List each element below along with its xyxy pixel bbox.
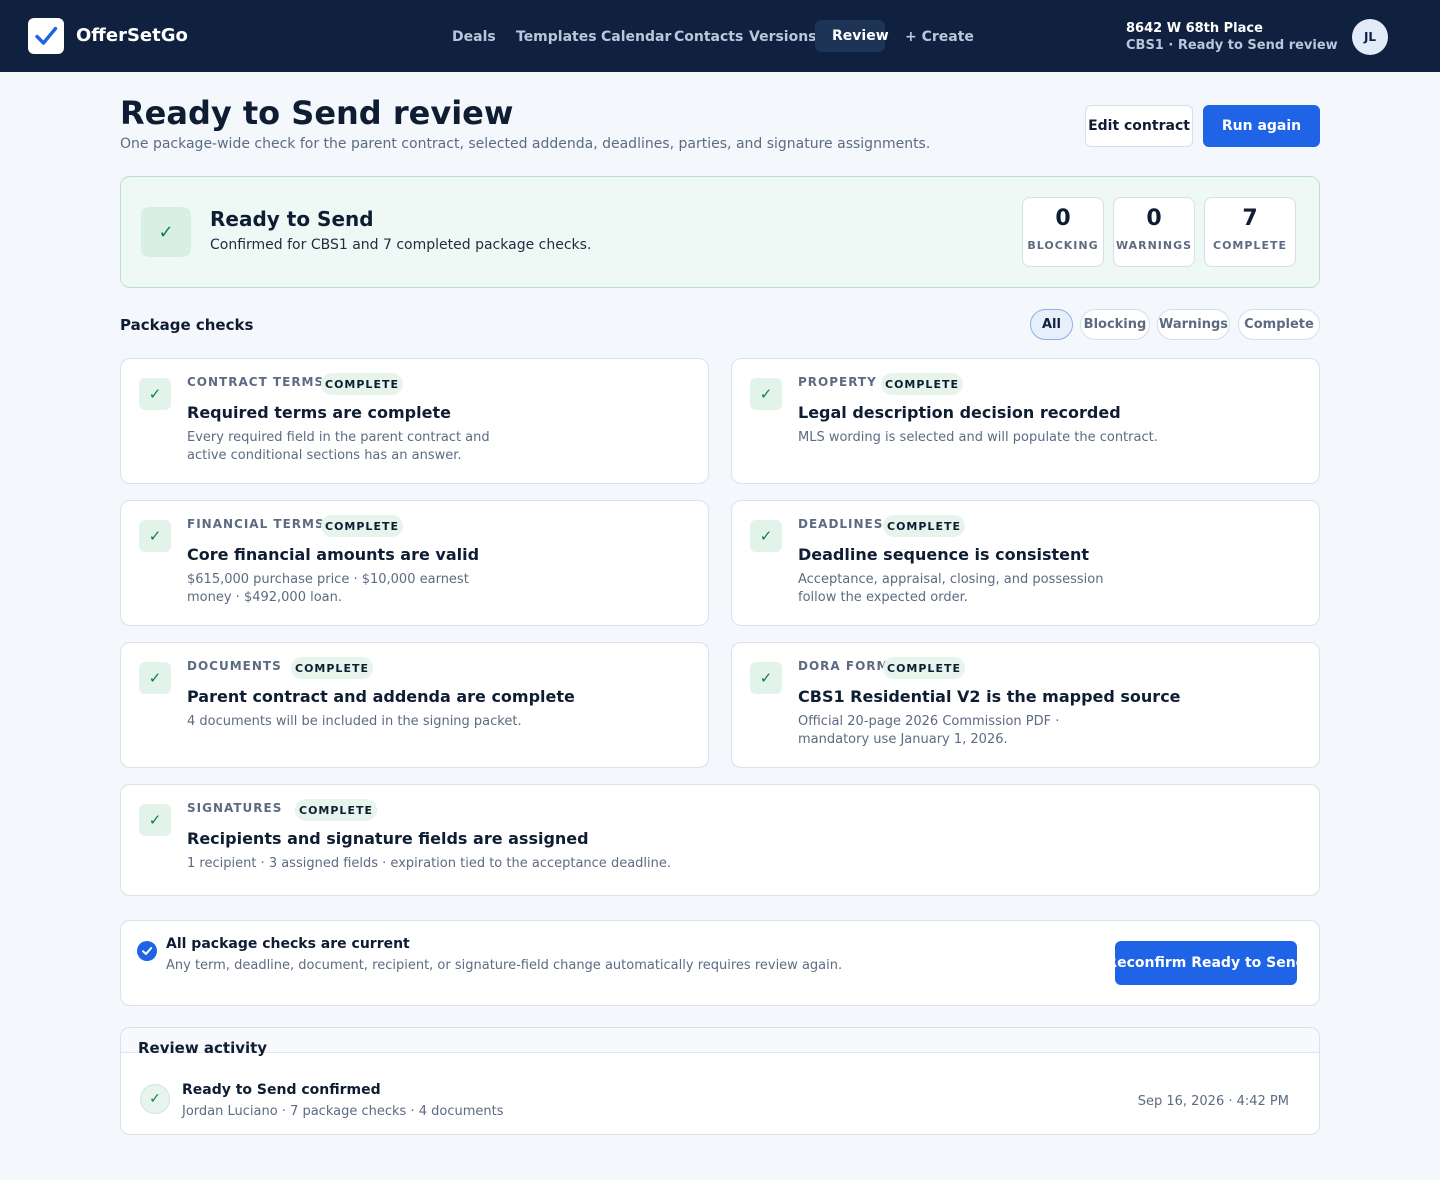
checks-current-card: All package checks are current Any term,… <box>120 920 1320 1006</box>
stat-value: 0 <box>1146 206 1162 231</box>
checkmark-icon: ✓ <box>139 520 171 552</box>
deal-subtitle: CBS1 · Ready to Send review <box>1126 38 1338 53</box>
checkmark-icon: ✓ <box>139 662 171 694</box>
complete-badge: COMPLETE <box>321 515 403 537</box>
top-nav-bar: OfferSetGo Deals Templates Calendar Cont… <box>0 0 1440 72</box>
check-description: Every required field in the parent contr… <box>187 430 490 463</box>
check-card-financial-terms[interactable]: ✓ FINANCIAL TERMS COMPLETE Core financia… <box>120 500 709 626</box>
check-description: Acceptance, appraisal, closing, and poss… <box>798 572 1104 605</box>
complete-badge: COMPLETE <box>881 373 963 395</box>
reconfirm-button[interactable]: Reconfirm Ready to Send <box>1115 941 1297 985</box>
check-category: DEADLINES <box>798 517 884 531</box>
check-description: 4 documents will be included in the sign… <box>187 714 522 729</box>
nav-templates[interactable]: Templates <box>516 29 597 45</box>
nav-review[interactable]: Review <box>832 28 889 44</box>
checkmark-icon: ✓ <box>750 520 782 552</box>
run-again-button[interactable]: Run again <box>1203 105 1320 147</box>
checkmark-icon: ✓ <box>750 378 782 410</box>
activity-title: Review activity <box>138 1039 268 1057</box>
nav-calendar[interactable]: Calendar <box>601 29 671 45</box>
nav-deals[interactable]: Deals <box>452 29 496 45</box>
stat-warnings: 0 WARNINGS <box>1113 197 1195 267</box>
check-category: SIGNATURES <box>187 801 283 815</box>
status-title: Ready to Send <box>210 207 374 231</box>
check-title: Legal description decision recorded <box>798 403 1121 422</box>
check-card-documents[interactable]: ✓ DOCUMENTS COMPLETE Parent contract and… <box>120 642 709 768</box>
check-card-contract-terms[interactable]: ✓ CONTRACT TERMS COMPLETE Required terms… <box>120 358 709 484</box>
check-card-signatures[interactable]: ✓ SIGNATURES COMPLETE Recipients and sig… <box>120 784 1320 896</box>
activity-timestamp: Sep 16, 2026 · 4:42 PM <box>1137 1094 1289 1109</box>
check-category: PROPERTY <box>798 375 877 389</box>
stat-label: COMPLETE <box>1213 239 1287 252</box>
package-checks-title: Package checks <box>120 316 254 334</box>
nav-contacts[interactable]: Contacts <box>674 29 743 45</box>
check-description: 1 recipient · 3 assigned fields · expira… <box>187 856 672 871</box>
complete-badge: COMPLETE <box>291 657 373 679</box>
activity-meta: Jordan Luciano · 7 package checks · 4 do… <box>182 1104 504 1119</box>
check-card-deadlines[interactable]: ✓ DEADLINES COMPLETE Deadline sequence i… <box>731 500 1320 626</box>
checkmark-icon: ✓ <box>750 662 782 694</box>
stat-label: WARNINGS <box>1115 239 1193 252</box>
check-category: FINANCIAL TERMS <box>187 517 325 531</box>
check-description: $615,000 purchase price · $10,000 earnes… <box>187 572 469 605</box>
check-title: Parent contract and addenda are complete <box>187 687 575 706</box>
logo-check-icon[interactable] <box>28 18 64 54</box>
review-activity-card: Review activity ✓ Ready to Send confirme… <box>120 1027 1320 1135</box>
check-category: DORA FORM <box>798 659 890 673</box>
app-name[interactable]: OfferSetGo <box>76 25 188 46</box>
user-avatar[interactable]: JL <box>1352 19 1388 55</box>
stat-complete: 7 COMPLETE <box>1204 197 1296 267</box>
check-card-property[interactable]: ✓ PROPERTY COMPLETE Legal description de… <box>731 358 1320 484</box>
complete-badge: COMPLETE <box>883 515 965 537</box>
check-description: Official 20-page 2026 Commission PDF · m… <box>798 714 1060 747</box>
page-title: Ready to Send review <box>120 94 514 132</box>
activity-header <box>121 1028 1319 1053</box>
status-description: Confirmed for CBS1 and 7 completed packa… <box>210 237 592 253</box>
stat-blocking: 0 BLOCKING <box>1022 197 1104 267</box>
check-title: Recipients and signature fields are assi… <box>187 829 589 848</box>
activity-event: Ready to Send confirmed <box>182 1082 381 1098</box>
deal-address: 8642 W 68th Place <box>1126 21 1263 36</box>
check-category: CONTRACT TERMS <box>187 375 325 389</box>
filter-warnings[interactable]: Warnings <box>1157 309 1230 340</box>
ready-status-card: ✓ Ready to Send Confirmed for CBS1 and 7… <box>120 176 1320 288</box>
filter-complete[interactable]: Complete <box>1238 309 1320 340</box>
checkmark-icon: ✓ <box>139 378 171 410</box>
check-title: Core financial amounts are valid <box>187 545 480 564</box>
filter-all[interactable]: All <box>1030 309 1073 340</box>
check-card-dora-form[interactable]: ✓ DORA FORM COMPLETE CBS1 Residential V2… <box>731 642 1320 768</box>
nav-create[interactable]: + Create <box>905 29 974 45</box>
complete-badge: COMPLETE <box>883 657 965 679</box>
check-title: CBS1 Residential V2 is the mapped source <box>798 687 1181 706</box>
check-title: Deadline sequence is consistent <box>798 545 1090 564</box>
edit-contract-button[interactable]: Edit contract <box>1085 105 1193 147</box>
nav-versions[interactable]: Versions <box>749 29 817 45</box>
checkmark-icon: ✓ <box>141 207 191 257</box>
check-circle-icon <box>137 941 157 961</box>
page-subtitle: One package-wide check for the parent co… <box>120 136 931 152</box>
complete-badge: COMPLETE <box>321 373 403 395</box>
current-title: All package checks are current <box>166 936 410 952</box>
current-description: Any term, deadline, document, recipient,… <box>166 958 843 973</box>
checkmark-icon: ✓ <box>139 804 171 836</box>
checkmark-icon: ✓ <box>140 1084 170 1114</box>
stat-label: BLOCKING <box>1027 239 1099 252</box>
check-description: MLS wording is selected and will populat… <box>798 430 1158 445</box>
stat-value: 0 <box>1055 206 1071 231</box>
filter-blocking[interactable]: Blocking <box>1080 309 1150 340</box>
stat-value: 7 <box>1242 206 1258 231</box>
check-title: Required terms are complete <box>187 403 451 422</box>
check-category: DOCUMENTS <box>187 659 282 673</box>
complete-badge: COMPLETE <box>295 799 377 821</box>
